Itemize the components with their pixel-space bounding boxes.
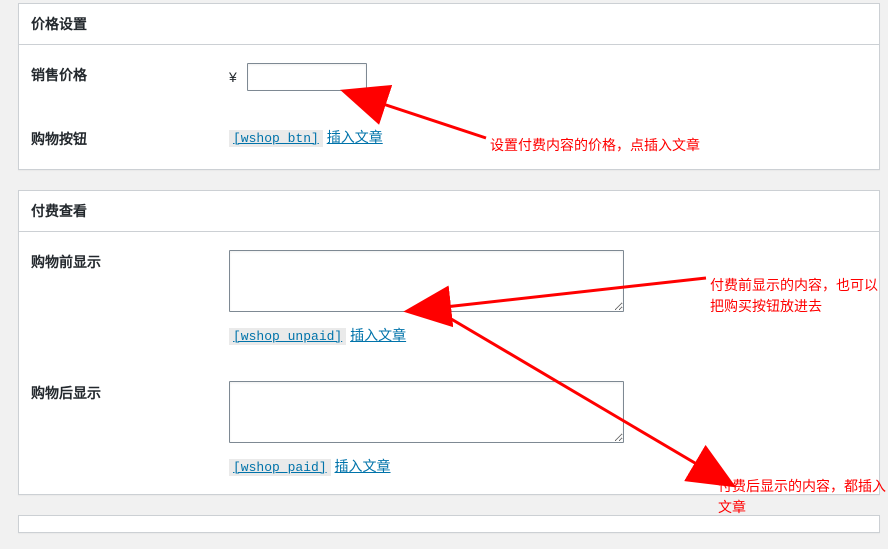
price-settings-box: 价格设置 销售价格 ¥ 购物按钮 [wshop_btn] 插入文章 [18, 3, 880, 170]
paid-view-table: 购物前显示 [wshop_unpaid] 插入文章 购物后显示 [wshop_p… [19, 232, 879, 494]
insert-link-paid[interactable]: 插入文章 [335, 458, 391, 474]
price-settings-table: 销售价格 ¥ 购物按钮 [wshop_btn] 插入文章 [19, 45, 879, 169]
row-sale-price: 销售价格 ¥ [19, 45, 879, 109]
currency-symbol: ¥ [229, 69, 237, 85]
label-before-paid: 购物前显示 [19, 232, 219, 363]
after-paid-textarea[interactable] [229, 381, 624, 443]
annotation-after: 付费后显示的内容，都插入文章 [718, 476, 888, 518]
label-buy-button: 购物按钮 [19, 109, 219, 169]
shortcode-wshop-btn[interactable]: [wshop_btn] [229, 130, 323, 147]
annotation-before: 付费前显示的内容，也可以把购买按钮放进去 [710, 275, 888, 317]
paid-view-box: 付费查看 购物前显示 [wshop_unpaid] 插入文章 购物后显示 [18, 190, 880, 495]
sale-price-input[interactable] [247, 63, 367, 91]
shortcode-wshop-unpaid[interactable]: [wshop_unpaid] [229, 328, 346, 345]
price-settings-heading: 价格设置 [19, 4, 879, 45]
paid-view-inside: 购物前显示 [wshop_unpaid] 插入文章 购物后显示 [wshop_p… [19, 232, 879, 494]
price-settings-inside: 销售价格 ¥ 购物按钮 [wshop_btn] 插入文章 [19, 45, 879, 169]
shortcode-wshop-paid[interactable]: [wshop_paid] [229, 459, 331, 476]
next-box-heading [19, 516, 879, 533]
insert-link-unpaid[interactable]: 插入文章 [350, 327, 406, 343]
row-buy-button: 购物按钮 [wshop_btn] 插入文章 [19, 109, 879, 169]
before-paid-textarea[interactable] [229, 250, 624, 312]
label-sale-price: 销售价格 [19, 45, 219, 109]
paid-view-heading: 付费查看 [19, 191, 879, 232]
annotation-price: 设置付费内容的价格，点插入文章 [490, 135, 700, 156]
row-after-paid: 购物后显示 [wshop_paid] 插入文章 [19, 363, 879, 494]
label-after-paid: 购物后显示 [19, 363, 219, 494]
insert-link-btn[interactable]: 插入文章 [327, 129, 383, 145]
